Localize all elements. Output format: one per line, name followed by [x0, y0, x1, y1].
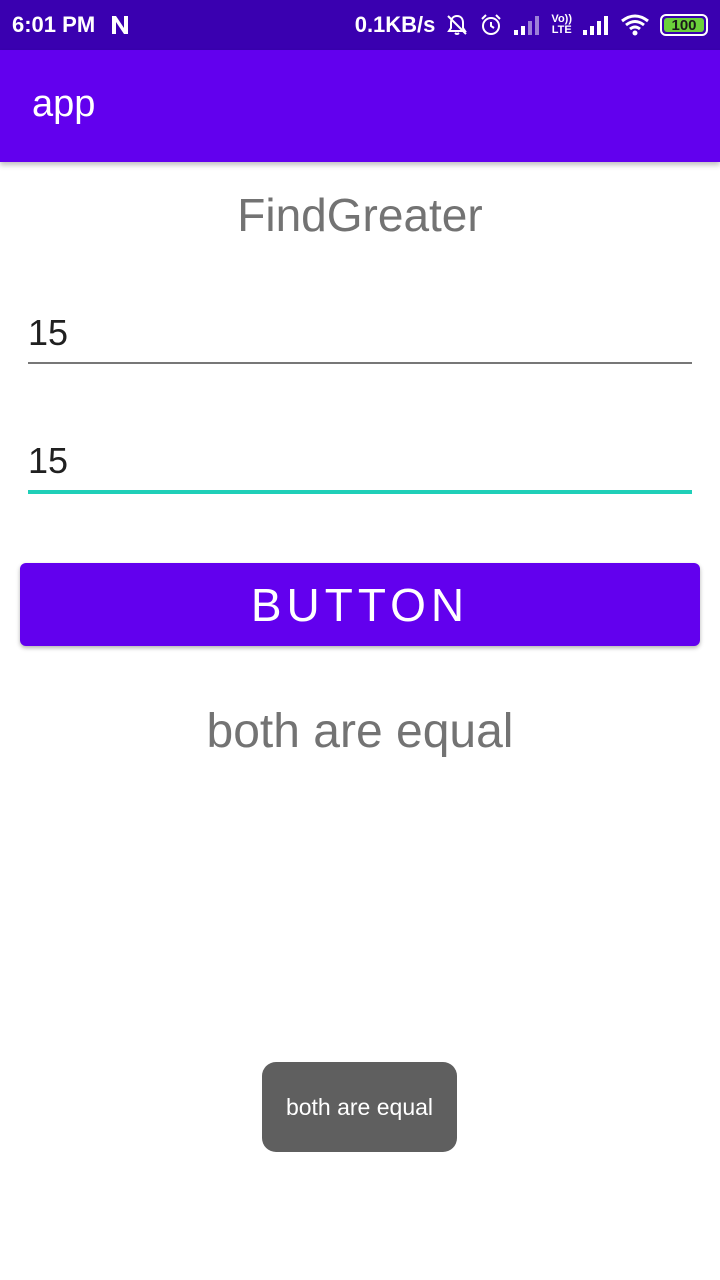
number-input-1[interactable]: 15: [28, 304, 692, 364]
app-bar: app: [0, 50, 720, 162]
battery-level: 100: [671, 16, 697, 34]
compare-button[interactable]: BUTTON: [20, 563, 700, 646]
page-title: FindGreater: [237, 189, 483, 241]
toast-message: both are equal: [262, 1062, 457, 1152]
battery-icon: 100: [660, 14, 708, 36]
mute-bell-icon: [445, 13, 469, 37]
wifi-icon: [620, 14, 650, 36]
result-text: both are equal: [206, 705, 514, 758]
n-logo-icon: [109, 14, 131, 36]
status-bar: 6:01 PM 0.1KB/s Vo)) LTE 100: [0, 0, 720, 50]
status-left: 6:01 PM: [12, 12, 131, 38]
signal-icon: [513, 14, 541, 36]
number-input-2[interactable]: 15: [28, 434, 692, 494]
app-title: app: [32, 82, 96, 125]
lte-label-bottom: LTE: [551, 24, 572, 36]
lte-icon: Vo)) LTE: [551, 14, 572, 36]
network-speed: 0.1KB/s: [354, 12, 436, 37]
signal-icon: [582, 14, 610, 36]
status-time: 6:01 PM: [12, 12, 96, 37]
status-right: 0.1KB/s Vo)) LTE 100: [355, 12, 708, 38]
alarm-icon: [479, 13, 503, 37]
